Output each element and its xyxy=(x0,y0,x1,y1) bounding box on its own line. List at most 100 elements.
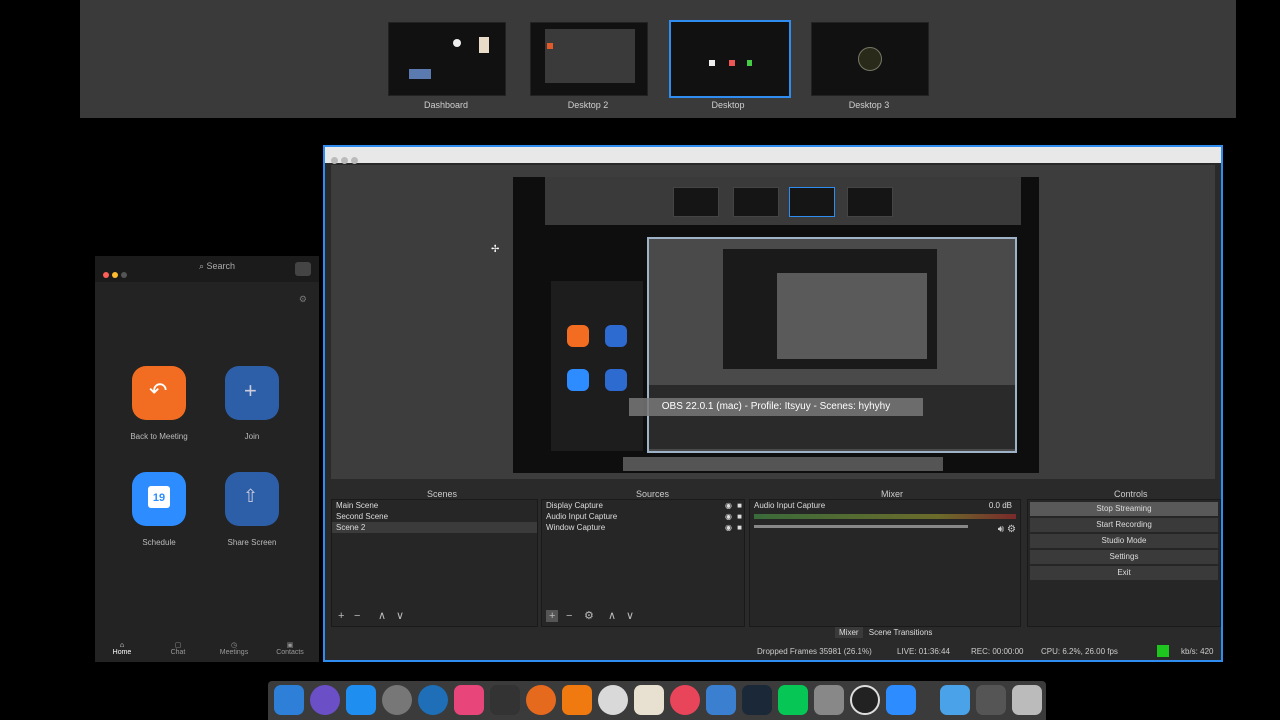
volume-meter xyxy=(754,514,1016,519)
zoom-window[interactable]: ⌕ Search ⚙ ↶ Back to Meeting + Join 19 S… xyxy=(95,256,319,662)
remove-source-button[interactable]: − xyxy=(566,610,572,622)
settings-gear-icon[interactable]: ⚙ xyxy=(299,294,307,305)
zoom-app-icon[interactable] xyxy=(886,685,916,715)
scene-item[interactable]: Main Scene xyxy=(332,500,537,511)
obs-window[interactable]: OBS 22.0.1 (mac) - Profile: Itsyuy - Sce… xyxy=(323,145,1223,662)
source-settings-button[interactable]: ⚙ xyxy=(584,609,594,622)
nav-chat[interactable]: ▢ Chat xyxy=(153,641,203,656)
mixer-source-label: Audio Input Capture xyxy=(754,501,826,510)
back-arrow-icon: ↶ xyxy=(149,378,168,403)
line-icon[interactable] xyxy=(778,685,808,715)
nav-home[interactable]: ⌂ Home xyxy=(97,642,147,656)
obs-title-bar[interactable] xyxy=(325,147,1221,164)
tab-scene-transitions[interactable]: Scene Transitions xyxy=(865,627,937,638)
mixer-title: Mixer xyxy=(881,489,903,499)
schedule-button[interactable]: 19 xyxy=(132,472,186,526)
scene-down-button[interactable]: ∨ xyxy=(396,609,404,622)
studio-mode-button[interactable]: Studio Mode xyxy=(1030,534,1218,548)
close-icon[interactable] xyxy=(103,272,109,278)
preview-mission-control xyxy=(545,177,1021,225)
desktop-thumb-3[interactable] xyxy=(811,22,929,96)
join-button[interactable]: + xyxy=(225,366,279,420)
downloads-icon[interactable] xyxy=(976,685,1006,715)
zoom-title-bar[interactable]: ⌕ Search xyxy=(95,256,319,282)
preview-icon[interactable] xyxy=(634,685,664,715)
share-screen-label: Share Screen xyxy=(227,538,277,547)
lock-icon[interactable]: ■ xyxy=(737,522,742,533)
mixer-panel[interactable]: Audio Input Capture 0.0 dB 🔊︎ ⚙ xyxy=(749,499,1021,627)
network-icon[interactable] xyxy=(418,685,448,715)
keynote-icon[interactable] xyxy=(706,685,736,715)
back-to-meeting-label: Back to Meeting xyxy=(130,432,188,441)
add-scene-button[interactable]: + xyxy=(338,610,344,622)
nav-contacts[interactable]: ▣ Contacts xyxy=(265,641,315,656)
source-item[interactable]: Display Capture ◉ ■ xyxy=(542,500,744,511)
remove-scene-button[interactable]: − xyxy=(354,610,360,622)
stop-streaming-button[interactable]: Stop Streaming xyxy=(1030,502,1218,516)
gear-icon[interactable]: ⚙ xyxy=(1007,524,1016,535)
eye-icon[interactable]: ◉ xyxy=(725,500,732,511)
zoom-search-input[interactable]: ⌕ Search xyxy=(199,261,235,272)
minimize-icon[interactable] xyxy=(112,272,118,278)
scene-item-selected[interactable]: Scene 2 xyxy=(332,522,537,533)
start-recording-button[interactable]: Start Recording xyxy=(1030,518,1218,532)
system-preferences-icon[interactable] xyxy=(814,685,844,715)
tab-mixer[interactable]: Mixer xyxy=(835,627,863,638)
lock-icon[interactable]: ■ xyxy=(737,511,742,522)
lock-icon[interactable]: ■ xyxy=(737,500,742,511)
source-label: Window Capture xyxy=(546,523,606,532)
join-label: Join xyxy=(244,432,260,441)
source-item[interactable]: Window Capture ◉ ■ xyxy=(542,522,744,533)
scene-item[interactable]: Second Scene xyxy=(332,511,537,522)
sources-panel[interactable]: Display Capture ◉ ■ Audio Input Capture ◉ ■ … xyxy=(541,499,745,627)
source-up-button[interactable]: ∧ xyxy=(608,609,616,622)
volume-slider[interactable] xyxy=(754,525,968,528)
share-up-icon: ⇧ xyxy=(243,486,259,506)
nav-meetings[interactable]: ◷ Meetings xyxy=(209,641,259,656)
siri-icon[interactable] xyxy=(310,685,340,715)
clock-icon: ◷ xyxy=(230,642,238,649)
scene-up-button[interactable]: ∧ xyxy=(378,609,386,622)
settings-button[interactable]: Settings xyxy=(1030,550,1218,564)
desktop-thumb-current[interactable] xyxy=(669,20,791,98)
photos-icon[interactable] xyxy=(598,685,628,715)
calendar-icon: 19 xyxy=(148,486,170,508)
music-icon[interactable] xyxy=(454,685,484,715)
source-down-button[interactable]: ∨ xyxy=(626,609,634,622)
firefox-icon[interactable] xyxy=(526,685,556,715)
preview-nested-obs xyxy=(647,237,1017,453)
desktop-thumb-dashboard[interactable] xyxy=(388,22,506,96)
close-icon[interactable] xyxy=(331,157,338,164)
back-to-meeting-button[interactable]: ↶ xyxy=(132,366,186,420)
app-store-icon[interactable] xyxy=(346,685,376,715)
obs-preview[interactable]: OBS 22.0.1 (mac) - Profile: Itsyuy - Sce… xyxy=(331,165,1215,479)
folder-icon[interactable] xyxy=(940,685,970,715)
video-editor-icon[interactable] xyxy=(490,685,520,715)
vlc-icon[interactable] xyxy=(562,685,592,715)
minimize-icon[interactable] xyxy=(341,157,348,164)
scenes-panel[interactable]: Main Scene Second Scene Scene 2 + − ∧ ∨ xyxy=(331,499,538,627)
eye-icon[interactable]: ◉ xyxy=(725,522,732,533)
exit-button[interactable]: Exit xyxy=(1030,566,1218,580)
zoom-icon[interactable] xyxy=(351,157,358,164)
steam-icon[interactable] xyxy=(742,685,772,715)
dock-tabs: Mixer Scene Transitions xyxy=(835,627,937,638)
avatar[interactable] xyxy=(295,262,311,276)
launchpad-icon[interactable] xyxy=(382,685,412,715)
trash-icon[interactable] xyxy=(1012,685,1042,715)
cursor-icon: ✢ xyxy=(491,244,500,255)
app-icon[interactable] xyxy=(670,685,700,715)
plus-icon: + xyxy=(244,378,257,403)
nav-label: Home xyxy=(112,649,132,656)
finder-icon[interactable] xyxy=(274,685,304,715)
share-screen-button[interactable]: ⇧ xyxy=(225,472,279,526)
add-source-button[interactable]: + xyxy=(546,610,559,622)
source-item[interactable]: Audio Input Capture ◉ ■ xyxy=(542,511,744,522)
desktop-thumb-2[interactable] xyxy=(530,22,648,96)
obs-icon[interactable] xyxy=(850,685,880,715)
desktop-label: Dashboard xyxy=(423,100,469,110)
zoom-icon[interactable] xyxy=(121,272,127,278)
kbs: kb/s: 420 xyxy=(1181,647,1214,656)
eye-icon[interactable]: ◉ xyxy=(725,511,732,522)
speaker-icon[interactable]: 🔊︎ xyxy=(998,524,1004,535)
